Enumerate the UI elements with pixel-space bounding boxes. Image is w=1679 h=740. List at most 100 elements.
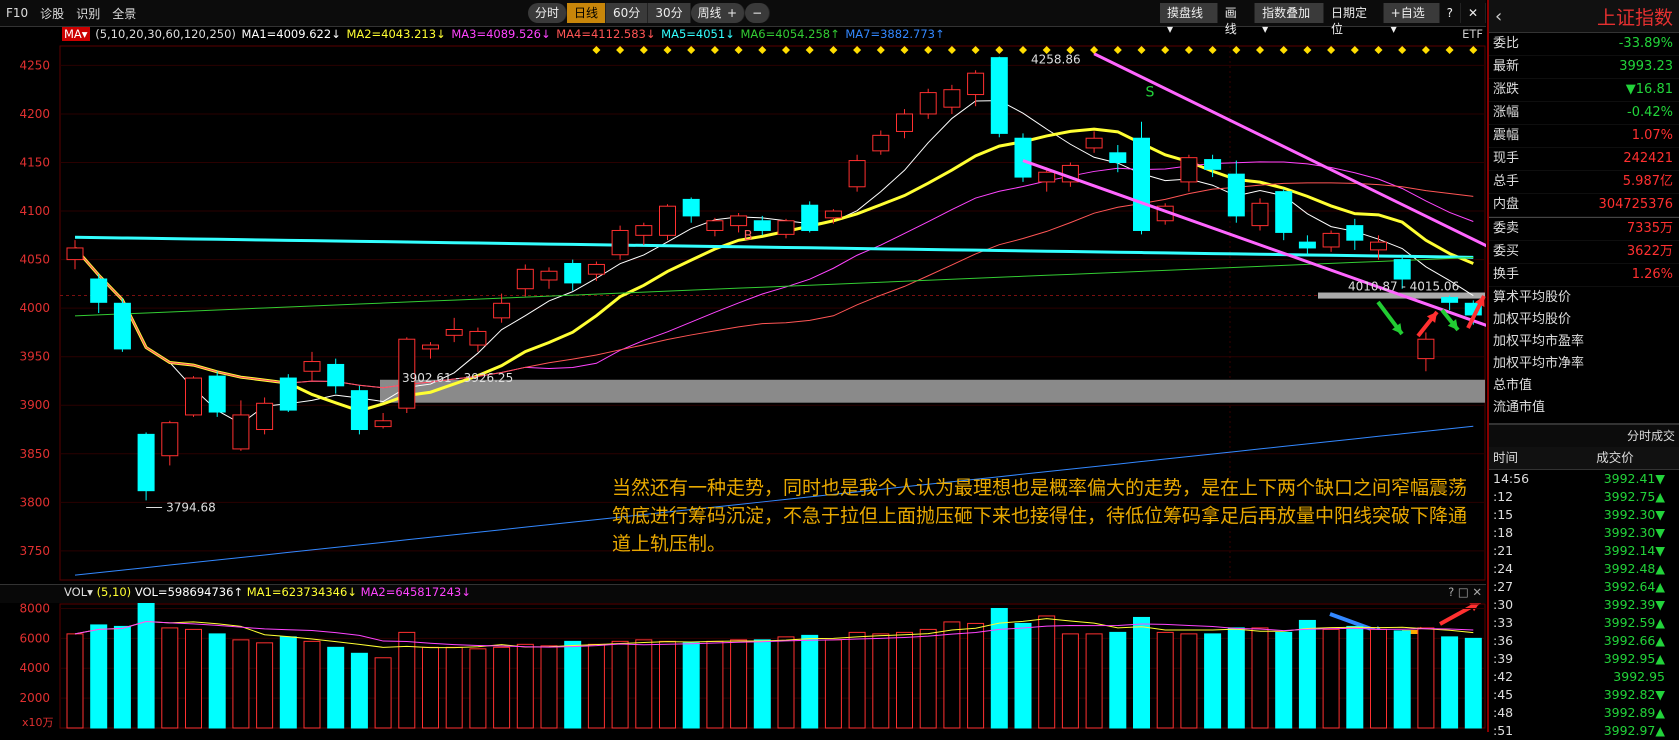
index-overlay-button[interactable]: 指数叠加 ▾ — [1255, 3, 1324, 36]
signal-diamond — [1469, 46, 1478, 54]
price-tick-label: 4200 — [19, 107, 50, 121]
trade-time: :42 — [1493, 669, 1514, 684]
vol-bar-up — [232, 639, 250, 729]
trade-time: :21 — [1493, 543, 1514, 558]
signal-diamond — [1445, 46, 1454, 54]
date-locate-button[interactable]: 日期定位 — [1324, 3, 1384, 36]
stat-value: 3622万 — [1626, 244, 1673, 259]
stat-label: 涨幅 — [1493, 105, 1520, 120]
stat-label: 内盘 — [1493, 197, 1520, 212]
channel-lower-line — [1022, 159, 1486, 327]
price-tick-label: 4050 — [19, 253, 50, 267]
trade-row: :24 3992.48▲ — [1489, 560, 1679, 578]
vol-dropdown[interactable]: VOL▾ — [64, 585, 93, 599]
trade-price: 3992.30▼ — [1603, 507, 1665, 522]
tab-minute[interactable]: 分时 — [528, 3, 568, 23]
trade-price: 3992.59▲ — [1603, 615, 1665, 630]
touch-line-button[interactable]: 摸盘线 ▾ — [1160, 3, 1218, 36]
toolbar: F10 诊股 识别 全景 分时 日线 60分 30分 周线 ▾ + − 摸盘线 … — [0, 0, 1486, 36]
period-group: 分时 日线 60分 30分 周线 ▾ — [528, 3, 740, 23]
vol-bar-up — [777, 636, 795, 729]
trades-title[interactable]: 分时成交 — [1489, 424, 1679, 447]
vol-params: (5,10) — [96, 585, 132, 599]
link-diagnose[interactable]: 诊股 — [34, 5, 70, 22]
candle-up — [1038, 171, 1056, 183]
candle-down — [1393, 259, 1411, 280]
candle-down — [1133, 137, 1150, 231]
signal-diamond — [1042, 46, 1051, 54]
stats-list: 委比 -33.89% 最新 3993.23 涨跌 ▼16.81 涨幅 -0.42% 震幅 1.07… — [1489, 33, 1679, 287]
stat-label: 委卖 — [1493, 221, 1520, 236]
ma-dropdown[interactable]: MA▾ — [62, 27, 90, 41]
vol-bar-down — [1441, 636, 1459, 729]
tab-30min[interactable]: 30分 — [648, 3, 691, 23]
link-panorama[interactable]: 全景 — [106, 5, 142, 22]
ma2-value: MA2=4043.213↓ — [346, 27, 446, 41]
link-identify[interactable]: 识别 — [70, 5, 106, 22]
vol-bar-down — [1227, 627, 1245, 729]
signal-diamond — [853, 46, 862, 54]
candle-down — [350, 390, 368, 431]
price-tick-label: 4150 — [19, 156, 50, 170]
candle-up — [256, 402, 274, 431]
vol-ma2: MA2=645817243↓ — [360, 585, 471, 599]
trade-time: :30 — [1493, 597, 1514, 612]
signal-diamond — [876, 46, 885, 54]
zoom-out-button[interactable]: − — [745, 3, 771, 23]
vol-red-arrow — [1439, 600, 1481, 626]
vol-bar-up — [730, 639, 748, 729]
signal-diamond — [1113, 46, 1122, 54]
stat-value: 304725376 — [1598, 197, 1673, 212]
tab-daily[interactable]: 日线 — [567, 3, 607, 23]
vol-bar-up — [659, 640, 676, 729]
stat-row: 涨幅 -0.42% — [1489, 102, 1679, 125]
vol-border — [59, 603, 1486, 729]
candle-up — [967, 72, 985, 96]
help-icon[interactable]: ? — [1440, 3, 1461, 23]
vol-bar-down — [279, 636, 297, 729]
link-f10[interactable]: F10 — [0, 6, 34, 20]
candle-down — [682, 198, 700, 217]
zoom-group: + − — [720, 3, 771, 23]
candle-down — [1441, 296, 1459, 303]
stat-value: 5.987亿 — [1622, 174, 1673, 189]
candle-up — [848, 160, 866, 188]
tab-60min[interactable]: 60分 — [606, 3, 649, 23]
vol-bar-up — [635, 639, 653, 729]
trade-row: :27 3992.64▲ — [1489, 578, 1679, 596]
etf-label[interactable]: ETF — [1462, 27, 1483, 41]
candle-up — [66, 247, 84, 261]
candle-down — [1014, 137, 1032, 178]
index-label: 加权平均市盈率 — [1493, 334, 1585, 349]
candle-up — [185, 377, 202, 416]
zoom-in-button[interactable]: + — [720, 3, 746, 23]
vol-window-icons[interactable]: ? □ ✕ — [1448, 585, 1482, 599]
close-icon[interactable]: ✕ — [1461, 3, 1486, 23]
stat-label: 涨跌 — [1493, 82, 1520, 97]
draw-line-button[interactable]: 画线 — [1218, 3, 1256, 36]
vol-bar-up — [1180, 633, 1198, 729]
vol-ma2-line — [74, 621, 1474, 648]
down-arrow-2-head — [1447, 319, 1458, 330]
vol-bar-down — [1109, 631, 1127, 729]
vol-blue-arrow — [1329, 612, 1386, 636]
kline-chart[interactable]: 4258.86 3794.68 3902.61 - 3926.25 4010.87 -… — [0, 0, 1486, 732]
stat-value: 1.26% — [1631, 267, 1673, 282]
stat-row: 震幅 1.07% — [1489, 125, 1679, 148]
trade-price: 3992.97▲ — [1603, 723, 1665, 738]
trade-row: :42 3992.95 — [1489, 668, 1679, 686]
candle-up — [1156, 205, 1174, 222]
price-tick-label: 3800 — [19, 495, 50, 509]
candle-up — [1370, 241, 1387, 251]
vol-bar-up — [1370, 628, 1387, 729]
vol-bar-up — [943, 621, 961, 729]
price-tick-label: 3900 — [19, 398, 50, 412]
high-price-label: 4258.86 — [1031, 52, 1081, 66]
candle-up — [730, 215, 748, 227]
candle-up — [1061, 164, 1079, 183]
back-icon[interactable]: ‹ — [1489, 6, 1502, 27]
add-watchlist-button[interactable]: +自选 ▾ — [1383, 3, 1440, 36]
candle-up — [943, 89, 961, 108]
up-arrow-2 — [1466, 295, 1486, 329]
candle-up — [1417, 338, 1435, 360]
